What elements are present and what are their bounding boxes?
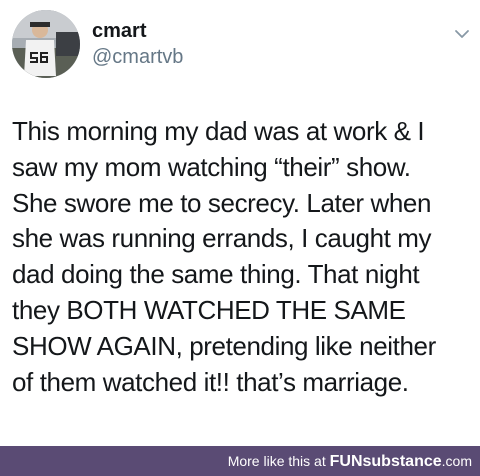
chevron-down-icon[interactable] (452, 24, 472, 44)
tweet-text-line: This morning my dad was at work & I (12, 116, 425, 146)
tweet-text-line: She swore me to secrecy. Later when (12, 187, 432, 218)
display-name[interactable]: cmart (92, 20, 146, 43)
avatar[interactable] (12, 10, 80, 78)
tweet-text: This morning my dad was at work & I saw … (12, 114, 470, 400)
footer-prefix: More like this at (227, 453, 330, 469)
avatar-photo-icon (12, 10, 80, 78)
tweet-text-line: she was running errands, I caught my (12, 223, 432, 254)
footer-brand: FUNsubstance (329, 453, 442, 470)
watermark-footer: More like this at FUNsubstance.com (0, 446, 480, 476)
user-handle[interactable]: @cmartvb (92, 46, 183, 69)
tweet-text-line: they BOTH WATCHED THE SAME (12, 294, 406, 325)
footer-suffix: .com (441, 453, 472, 469)
tweet-card: cmart @cmartvb This morning my dad was a… (0, 0, 480, 446)
footer-link[interactable]: More like this at FUNsubstance.com (228, 453, 472, 471)
tweet-text-line: of them watched it!! that’s marriage. (12, 366, 409, 397)
tweet-text-line: SHOW AGAIN, pretending like neither (12, 330, 436, 361)
tweet-text-line: dad doing the same thing. That night (12, 259, 420, 290)
tweet-header: cmart @cmartvb (12, 10, 472, 80)
tweet-text-line: saw my mom watching “their” show. (12, 151, 411, 182)
